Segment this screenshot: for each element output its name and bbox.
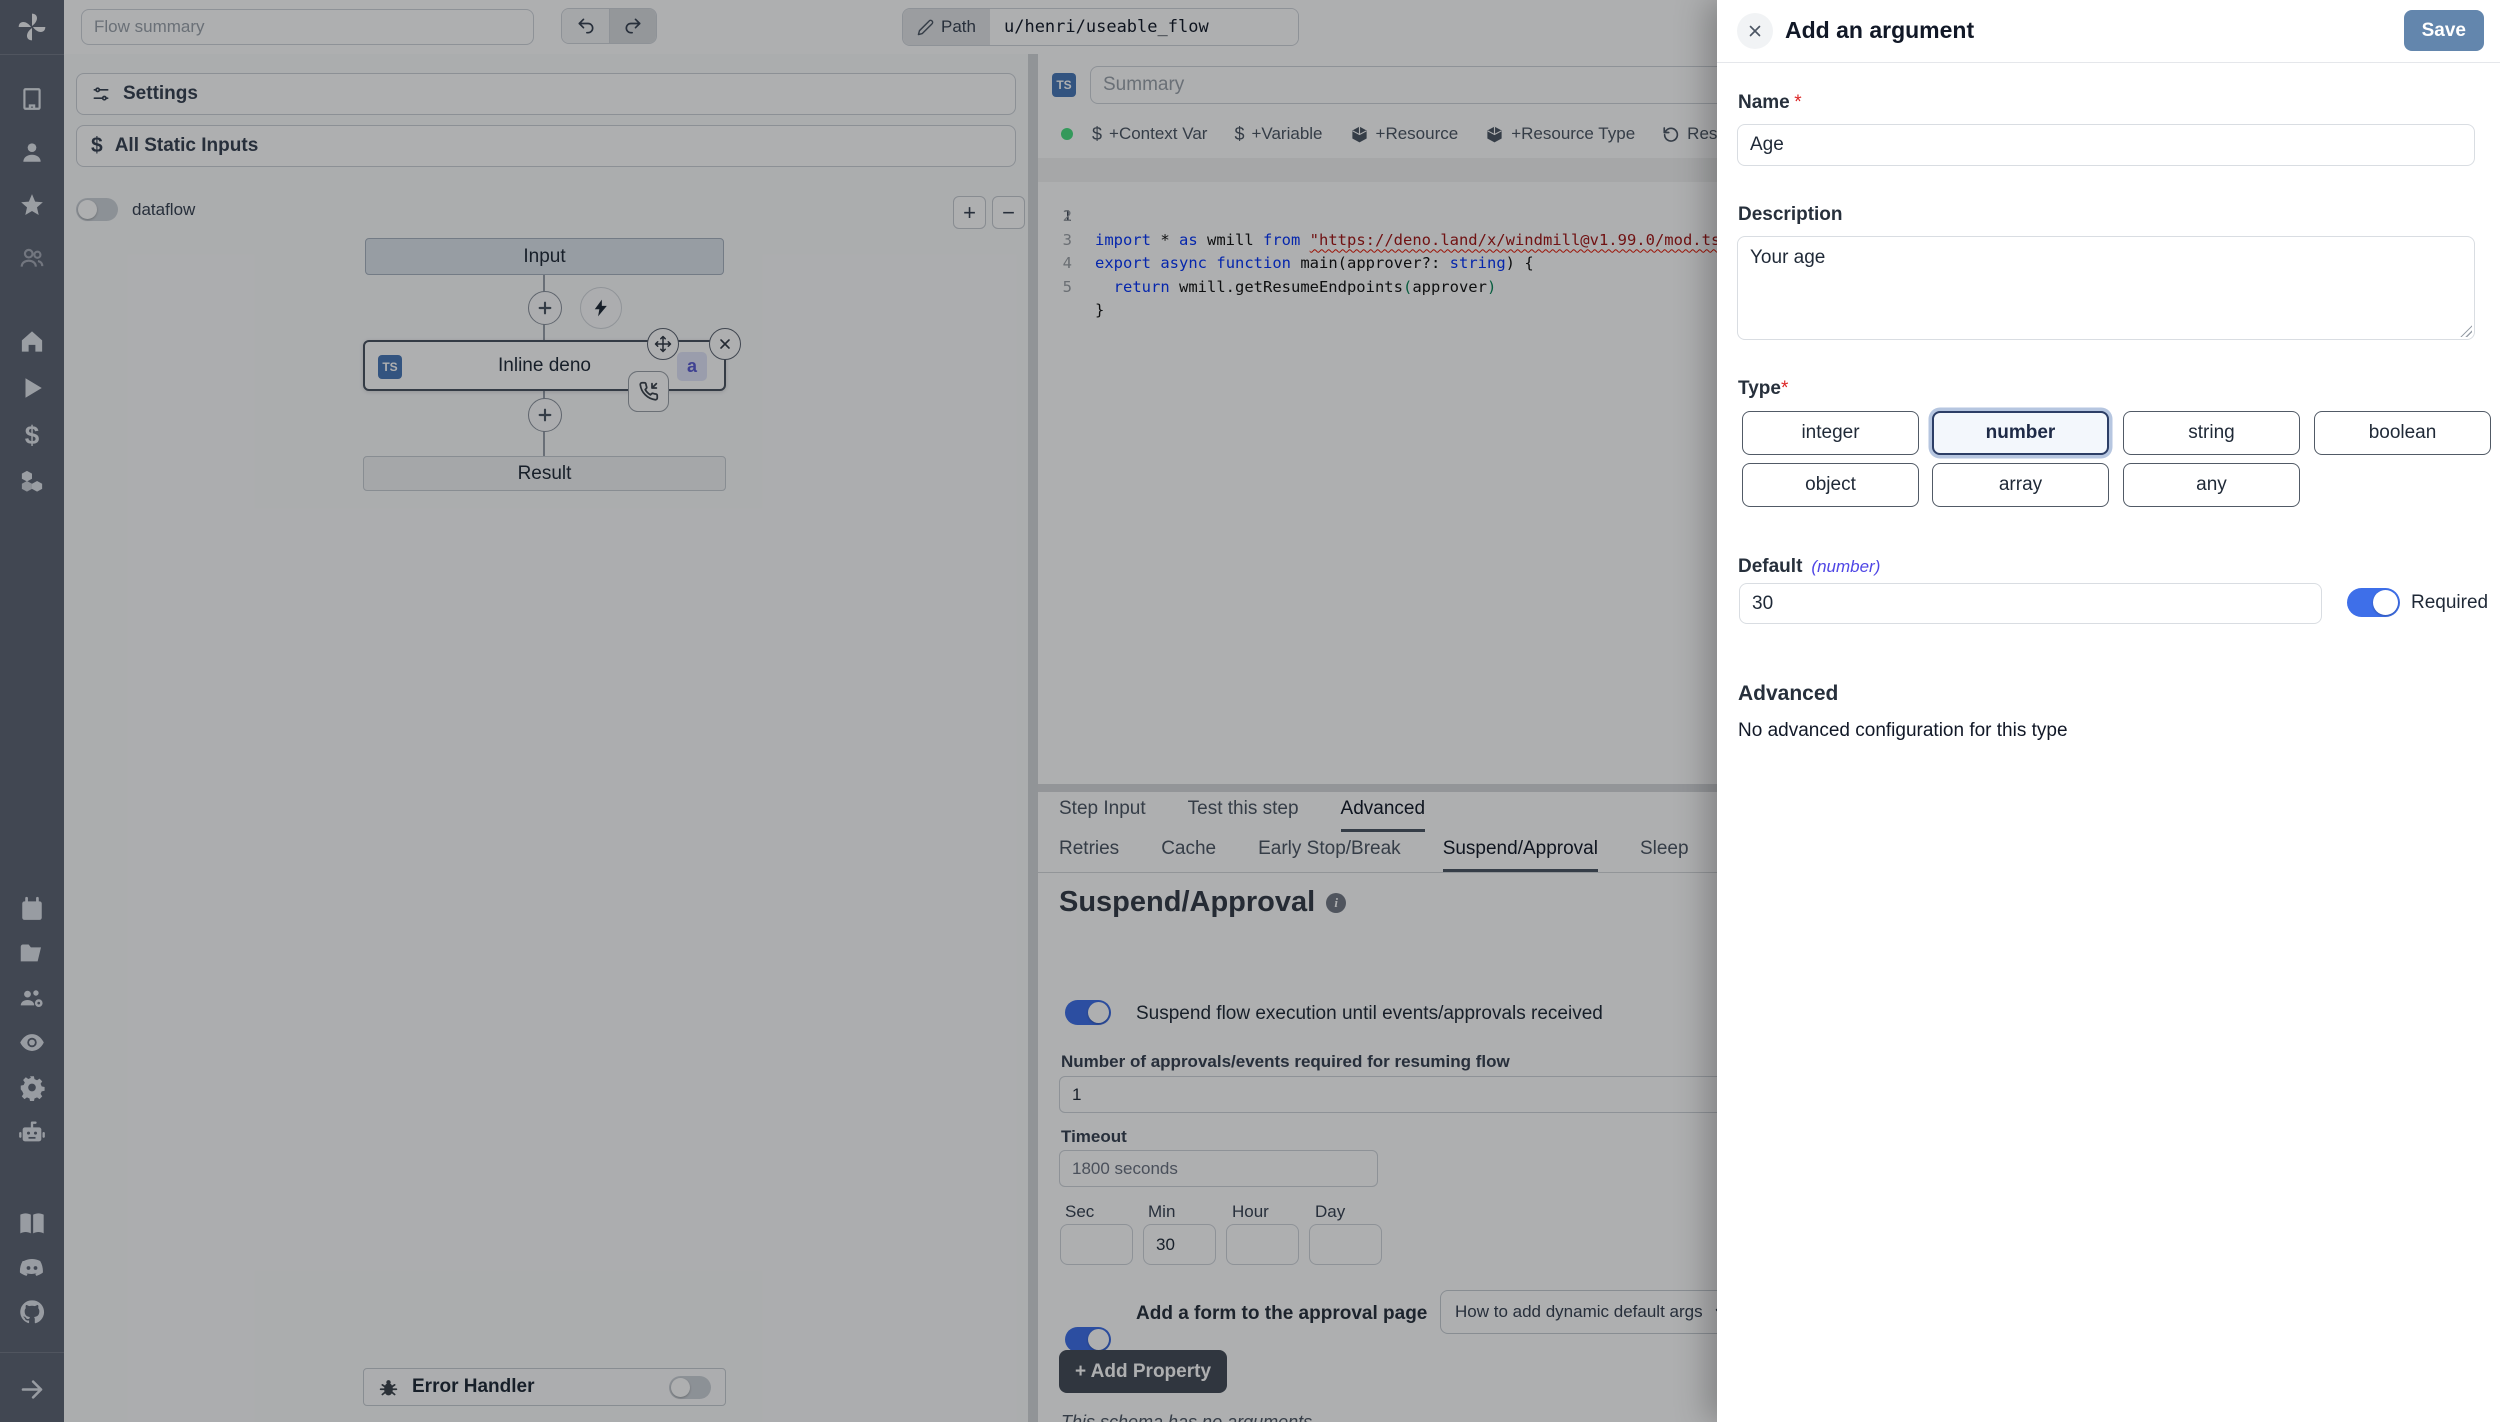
- save-button[interactable]: Save: [2404, 10, 2484, 51]
- advanced-section-label: Advanced: [1738, 682, 1838, 706]
- type-button-number[interactable]: number: [1932, 411, 2109, 455]
- required-toggle-label: Required: [2411, 592, 2488, 614]
- close-drawer-button[interactable]: [1737, 13, 1773, 49]
- required-toggle[interactable]: [2347, 588, 2400, 617]
- name-label: Name *: [1738, 92, 1802, 114]
- required-asterisk: *: [1794, 92, 1801, 113]
- default-label: Default (number): [1738, 556, 1880, 578]
- resize-handle[interactable]: [2460, 325, 2472, 337]
- type-button-array[interactable]: array: [1932, 463, 2109, 507]
- type-button-integer[interactable]: integer: [1742, 411, 1919, 455]
- advanced-section-text: No advanced configuration for this type: [1738, 720, 2068, 742]
- type-button-string[interactable]: string: [2123, 411, 2300, 455]
- close-icon: [1746, 22, 1764, 40]
- description-field-wrap: Your age: [1737, 236, 2475, 340]
- windmill-flow-editor: Path u/henri/useable_flow: [0, 0, 2500, 1422]
- argument-name-input[interactable]: [1737, 124, 2475, 166]
- default-value-input[interactable]: [1739, 583, 2322, 624]
- drawer-header: Add an argument Save: [1717, 0, 2500, 63]
- drawer-title: Add an argument: [1785, 17, 1974, 44]
- type-label: Type*: [1738, 378, 1788, 400]
- type-button-boolean[interactable]: boolean: [2314, 411, 2491, 455]
- default-type-hint: (number): [1811, 557, 1880, 577]
- description-label: Description: [1738, 204, 1843, 226]
- add-argument-drawer: Add an argument Save Name * Description …: [1717, 0, 2500, 1422]
- type-button-object[interactable]: object: [1742, 463, 1919, 507]
- argument-description-textarea[interactable]: Your age: [1737, 236, 2475, 340]
- type-button-any[interactable]: any: [2123, 463, 2300, 507]
